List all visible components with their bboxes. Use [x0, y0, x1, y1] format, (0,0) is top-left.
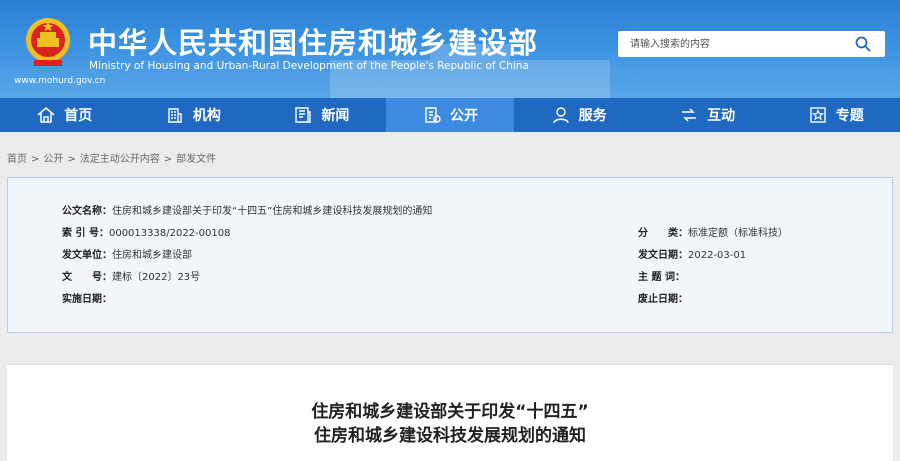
doc-number-label: 文 号： — [62, 272, 112, 283]
nav-label: 首页 — [64, 108, 93, 124]
search-icon[interactable] — [855, 36, 871, 52]
site-subtitle: Ministry of Housing and Urban-Rural Deve… — [89, 60, 529, 72]
issue-date-label: 发文日期： — [638, 250, 688, 261]
article-body: 住房和城乡建设部关于印发“十四五” 住房和城乡建设科技发展规划的通知 — [7, 364, 893, 461]
nav-item-disclosure[interactable]: 公开 — [385, 98, 515, 132]
nav-item-institutions[interactable]: 机构 — [129, 98, 258, 132]
service-icon — [552, 107, 569, 124]
search-input[interactable] — [618, 31, 838, 57]
site-url: www.mohurd.gov.cn — [14, 76, 106, 86]
news-icon — [295, 107, 312, 123]
breadcrumb-separator: > — [67, 154, 76, 165]
issue-date-value: 2022-03-01 — [688, 250, 747, 261]
issue-date-row: 发文日期：2022-03-01 — [638, 246, 746, 261]
keywords-row: 主 题 词： — [638, 268, 685, 283]
site-title: 中华人民共和国住房和城乡建设部 — [88, 26, 539, 60]
nav-item-home[interactable]: 首页 — [0, 98, 129, 132]
breadcrumb-statutory[interactable]: 法定主动公开内容 — [80, 154, 160, 165]
issuer-label: 发文单位： — [62, 250, 112, 261]
index-label: 索 引 号： — [62, 228, 109, 239]
doc-name-value: 住房和城乡建设部关于印发“十四五”住房和城乡建设科技发展规划的通知 — [112, 206, 433, 217]
main-nav: 首页 机构 新闻 公开 服务 互动 专题 — [0, 98, 900, 132]
doc-name-label: 公文名称： — [62, 206, 112, 217]
doc-number-row: 文 号：建标〔2022〕23号 — [62, 268, 200, 283]
issuer-value: 住房和城乡建设部 — [112, 250, 192, 261]
article-title-line-1: 住房和城乡建设部关于印发“十四五” — [311, 402, 589, 422]
category-label: 分 类： — [638, 228, 688, 239]
expire-date-label: 废止日期： — [638, 294, 688, 305]
nav-label: 新闻 — [321, 108, 350, 124]
issuer-row: 发文单位：住房和城乡建设部 — [62, 246, 192, 261]
article-title-line-2: 住房和城乡建设科技发展规划的通知 — [314, 426, 586, 446]
index-value: 000013338/2022-00108 — [108, 228, 231, 239]
disclosure-icon — [425, 107, 441, 123]
nav-item-interaction[interactable]: 互动 — [643, 98, 772, 132]
document-info-panel: 公文名称：住房和城乡建设部关于印发“十四五”住房和城乡建设科技发展规划的通知 索… — [7, 177, 893, 333]
site-header: www.mohurd.gov.cn 中华人民共和国住房和城乡建设部 Minist… — [0, 0, 900, 98]
nav-label: 公开 — [450, 108, 479, 124]
breadcrumb-home[interactable]: 首页 — [7, 154, 27, 165]
keywords-label: 主 题 词： — [638, 272, 685, 283]
nav-item-service[interactable]: 服务 — [514, 98, 643, 132]
doc-number-value: 建标〔2022〕23号 — [112, 272, 201, 283]
breadcrumb-separator: > — [163, 154, 173, 165]
interaction-icon — [682, 108, 697, 122]
breadcrumb-ministry-documents[interactable]: 部发文件 — [176, 154, 216, 165]
breadcrumb-disclosure[interactable]: 公开 — [43, 154, 63, 165]
nav-label: 互动 — [707, 108, 736, 124]
search-box — [618, 31, 885, 57]
topic-icon — [810, 107, 826, 123]
national-emblem-logo — [26, 18, 70, 66]
building-icon — [167, 108, 182, 123]
doc-name-row: 公文名称：住房和城乡建设部关于印发“十四五”住房和城乡建设科技发展规划的通知 — [62, 202, 432, 217]
nav-item-news[interactable]: 新闻 — [257, 98, 386, 132]
breadcrumb-separator: > — [31, 154, 40, 165]
breadcrumb: 首页 > 公开 > 法定主动公开内容 > 部发文件 — [7, 150, 216, 165]
home-icon — [37, 107, 55, 123]
index-row: 索 引 号：000013338/2022-00108 — [62, 224, 230, 239]
nav-label: 服务 — [578, 108, 607, 124]
category-value: 标准定额（标准科技） — [688, 228, 788, 239]
nav-label: 专题 — [835, 108, 864, 124]
category-row: 分 类：标准定额（标准科技） — [638, 224, 788, 239]
effective-date-row: 实施日期： — [62, 290, 112, 305]
nav-item-topics[interactable]: 专题 — [771, 98, 900, 132]
expire-date-row: 废止日期： — [638, 290, 688, 305]
effective-date-label: 实施日期： — [62, 294, 112, 305]
nav-label: 机构 — [192, 108, 221, 124]
